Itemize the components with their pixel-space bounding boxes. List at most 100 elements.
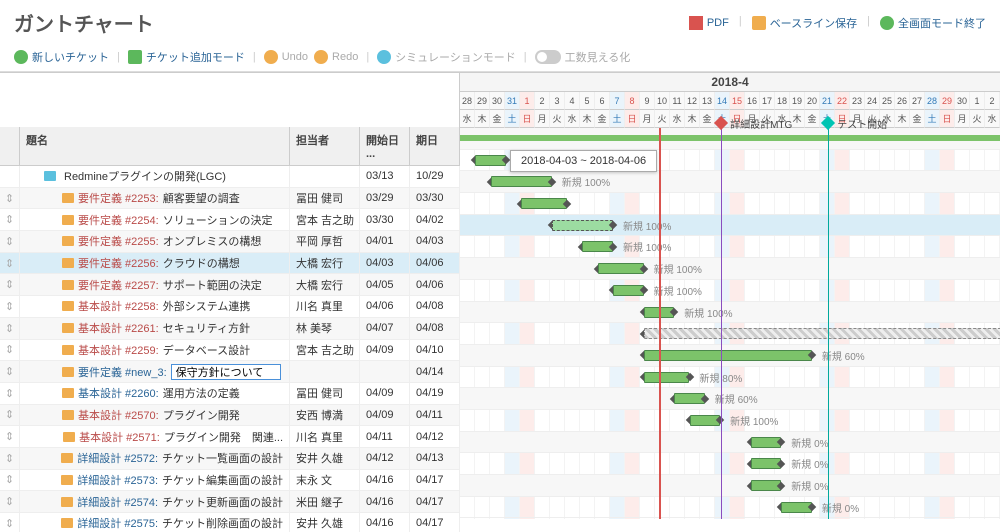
weekday-cell: 日 [520, 110, 535, 128]
add-ticket-mode-button[interactable]: チケット追加モード [128, 49, 245, 65]
subject-cell[interactable]: 詳細設計 #2574: チケット更新画面の設計 [20, 491, 290, 512]
table-row[interactable]: ⇕ 要件定義 #2256: クラウドの構想 大橋 宏行 04/03 04/06 [0, 253, 460, 275]
undo-button[interactable]: Undo [264, 50, 308, 64]
drag-handle-icon[interactable]: ⇕ [0, 405, 20, 426]
redo-button[interactable]: Redo [314, 50, 358, 64]
drag-handle-icon[interactable]: ⇕ [0, 253, 20, 274]
gantt-bar[interactable] [644, 328, 1000, 339]
col-start[interactable]: 開始日 ... [360, 127, 410, 165]
table-row[interactable]: ⇕ 詳細設計 #2574: チケット更新画面の設計 米田 継子 04/16 04… [0, 491, 460, 513]
due-date-cell: 04/13 [410, 448, 460, 469]
subject-cell[interactable]: 要件定義 #2253: 顧客要望の調査 [20, 188, 290, 209]
gantt-bar[interactable] [613, 285, 644, 296]
subject-cell[interactable]: 基本設計 #2259: データベース設計 [20, 340, 290, 361]
add-mode-icon [128, 50, 142, 64]
project-bar[interactable] [460, 135, 1000, 141]
start-date-cell: 04/01 [360, 231, 410, 252]
subject-cell[interactable]: 基本設計 #2260: 運用方法の定義 [20, 383, 290, 404]
start-date-cell: 03/29 [360, 188, 410, 209]
subject-cell[interactable]: 基本設計 #2571: プラグイン開発 関連... [20, 426, 290, 447]
assignee-cell: 大橋 宏行 [290, 253, 360, 274]
weekday-cell: 日 [940, 110, 955, 128]
table-row[interactable]: ⇕ 基本設計 #2571: プラグイン開発 関連... 川名 真里 04/11 … [0, 426, 460, 448]
drag-handle-icon[interactable]: ⇕ [0, 340, 20, 361]
export-pdf-link[interactable]: PDF [689, 15, 729, 31]
subject-cell[interactable]: 基本設計 #2258: 外部システム連携 [20, 296, 290, 317]
drag-handle-icon[interactable]: ⇕ [0, 318, 20, 339]
save-baseline-link[interactable]: ベースライン保存 [752, 15, 857, 31]
chart-row [460, 323, 1000, 345]
subject-cell[interactable]: 詳細設計 #2572: チケット一覧画面の設計 [20, 448, 290, 469]
table-row[interactable]: ⇕ 基本設計 #2261: セキュリティ方針 林 美琴 04/07 04/08 [0, 318, 460, 340]
gantt-bar[interactable] [644, 350, 812, 361]
subject-cell[interactable]: 詳細設計 #2573: チケット編集画面の設計 [20, 470, 290, 491]
drag-handle-icon[interactable]: ⇕ [0, 470, 20, 491]
gantt-bar[interactable] [598, 263, 644, 274]
subject-cell[interactable]: 要件定義 #2254: ソリューションの決定 [20, 209, 290, 230]
table-row[interactable]: ⇕ 詳細設計 #2572: チケット一覧画面の設計 安井 久雄 04/12 04… [0, 448, 460, 470]
drag-handle-icon[interactable]: ⇕ [0, 209, 20, 230]
weekday-cell: 火 [970, 110, 985, 128]
table-row[interactable]: ⇕ 要件定義 #new_3: 04/14 [0, 361, 460, 383]
gantt-bar[interactable] [491, 176, 552, 187]
folder-icon [62, 280, 74, 290]
drag-handle-icon[interactable]: ⇕ [0, 274, 20, 295]
drag-handle-icon[interactable]: ⇕ [0, 383, 20, 404]
progress-label: 新規 100% [730, 413, 778, 428]
table-row[interactable]: ⇕ 基本設計 #2570: プラグイン開発 安西 博満 04/09 04/11 [0, 405, 460, 427]
subject-cell[interactable]: 詳細設計 #2575: チケット削除画面の設計 [20, 513, 290, 532]
table-row[interactable]: ⇕ 基本設計 #2258: 外部システム連携 川名 真里 04/06 04/08 [0, 296, 460, 318]
subject-cell[interactable]: 要件定義 #2255: オンプレミスの構想 [20, 231, 290, 252]
undo-icon [264, 50, 278, 64]
subject-cell[interactable]: 基本設計 #2570: プラグイン開発 [20, 405, 290, 426]
col-assignee[interactable]: 担当者 [290, 127, 360, 165]
weekday-cell: 木 [580, 110, 595, 128]
drag-handle-icon[interactable]: ⇕ [0, 448, 20, 469]
date-range-tooltip: 2018-04-03 ~ 2018-04-06 [510, 150, 657, 172]
chart-row: 新規 100% [460, 236, 1000, 258]
subject-cell[interactable]: Redmineプラグインの開発(LGC) [20, 166, 290, 187]
drag-handle-icon[interactable]: ⇕ [0, 296, 20, 317]
col-subject[interactable]: 題名 [20, 127, 290, 165]
drag-handle-icon[interactable] [0, 166, 20, 187]
table-row[interactable]: ⇕ 要件定義 #2253: 顧客要望の調査 冨田 健司 03/29 03/30 [0, 188, 460, 210]
subject-cell[interactable]: 基本設計 #2261: セキュリティ方針 [20, 318, 290, 339]
table-row[interactable]: ⇕ 詳細設計 #2573: チケット編集画面の設計 末永 文 04/16 04/… [0, 470, 460, 492]
chart-row [460, 193, 1000, 215]
ticket-title-input[interactable] [171, 364, 281, 380]
day-cell: 16 [745, 92, 760, 110]
due-date-cell: 04/10 [410, 340, 460, 361]
subject-cell[interactable]: 要件定義 #2256: クラウドの構想 [20, 253, 290, 274]
plus-icon [14, 50, 28, 64]
drag-handle-icon[interactable]: ⇕ [0, 513, 20, 532]
table-row[interactable]: ⇕ 要件定義 #2254: ソリューションの決定 宮本 吉之助 03/30 04… [0, 209, 460, 231]
table-row[interactable]: ⇕ 詳細設計 #2575: チケット削除画面の設計 安井 久雄 04/16 04… [0, 513, 460, 532]
new-ticket-button[interactable]: 新しいチケット [14, 49, 109, 65]
milestone-label: 詳細設計MTG [730, 116, 792, 131]
drag-handle-icon[interactable]: ⇕ [0, 426, 20, 447]
effort-toggle[interactable]: 工数見える化 [535, 49, 631, 65]
table-row[interactable]: ⇕ 基本設計 #2260: 運用方法の定義 冨田 健司 04/09 04/19 [0, 383, 460, 405]
gantt-bar[interactable] [552, 220, 613, 231]
subject-cell[interactable]: 要件定義 #new_3: [20, 361, 290, 382]
drag-handle-icon[interactable]: ⇕ [0, 231, 20, 252]
chart-row: 新規 80% [460, 367, 1000, 389]
weekday-cell: 金 [805, 110, 820, 128]
table-row[interactable]: ⇕ 要件定義 #2255: オンプレミスの構想 平岡 厚哲 04/01 04/0… [0, 231, 460, 253]
exit-fullscreen-link[interactable]: 全画面モード終了 [880, 15, 986, 31]
table-row[interactable]: Redmineプラグインの開発(LGC) 03/13 10/29 [0, 166, 460, 188]
col-due[interactable]: 期日 [410, 127, 460, 165]
drag-handle-icon[interactable]: ⇕ [0, 491, 20, 512]
today-line [659, 128, 661, 519]
chart-row: 新規 0% [460, 497, 1000, 519]
gantt-bar[interactable] [521, 198, 567, 209]
simulation-mode-button[interactable]: シミュレーションモード [377, 49, 516, 65]
folder-icon [61, 453, 73, 463]
assignee-cell: 末永 文 [290, 470, 360, 491]
drag-handle-icon[interactable]: ⇕ [0, 361, 20, 382]
table-row[interactable]: ⇕ 基本設計 #2259: データベース設計 宮本 吉之助 04/09 04/1… [0, 340, 460, 362]
drag-handle-icon[interactable]: ⇕ [0, 188, 20, 209]
subject-cell[interactable]: 要件定義 #2257: サポート範囲の決定 [20, 274, 290, 295]
gantt-bar[interactable] [644, 372, 690, 383]
table-row[interactable]: ⇕ 要件定義 #2257: サポート範囲の決定 大橋 宏行 04/05 04/0… [0, 274, 460, 296]
